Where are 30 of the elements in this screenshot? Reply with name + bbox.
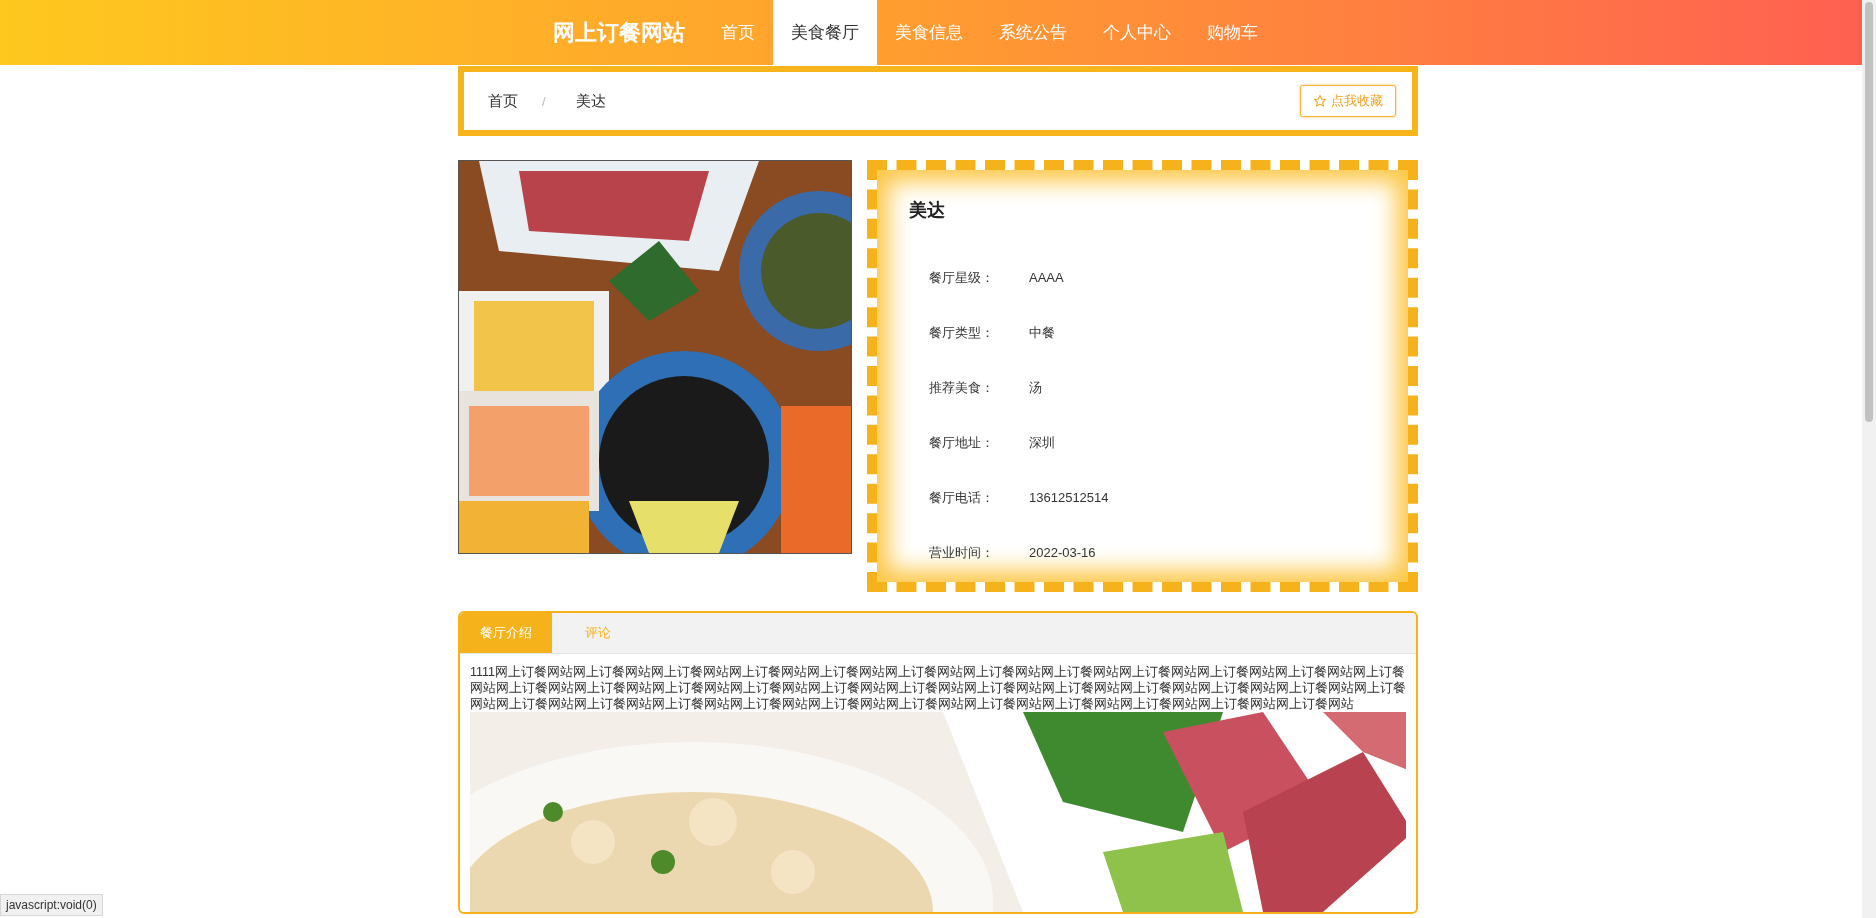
site-title: 网上订餐网站 [553, 18, 685, 47]
field-label: 营业时间： [929, 543, 995, 562]
nav-link[interactable]: 个人中心 [1085, 0, 1189, 65]
field-label: 推荐美食： [929, 378, 995, 397]
field-value: 中餐 [1029, 323, 1055, 342]
field-label: 餐厅地址： [929, 433, 995, 452]
field-label: 餐厅类型： [929, 323, 995, 342]
tab[interactable]: 餐厅介绍 [460, 613, 552, 653]
nav-link[interactable]: 购物车 [1189, 0, 1276, 65]
field-label: 餐厅电话： [929, 488, 995, 507]
nav-link[interactable]: 美食餐厅 [773, 0, 877, 65]
star-icon [1313, 94, 1327, 108]
field-value: 13612512514 [1029, 490, 1109, 505]
nav-link[interactable]: 系统公告 [981, 0, 1085, 65]
field-value: AAAA [1029, 270, 1064, 285]
field-value: 2022-03-16 [1029, 545, 1096, 560]
breadcrumb-link[interactable]: 首页 [488, 91, 518, 111]
field-value: 深圳 [1029, 433, 1055, 452]
field-value: 汤 [1029, 378, 1042, 397]
breadcrumb-link[interactable]: 美达 [575, 91, 606, 111]
intro-paragraph: 1111网上订餐网站网上订餐网站网上订餐网站网上订餐网站网上订餐网站网上订餐网站网上订餐网站网上订餐网站网上订餐网站网上订餐网站网上订餐网站网上订餐网站网上订餐网站网上订餐网站网上订餐网站网上订餐网站网上订餐网站网上订餐网站网上订餐网站网上订餐网站网上订餐网站网上订餐网站网上订餐网站网上订餐网站网上订餐网站网上订餐网站网上订餐网站网上订餐网站网上订餐网站网上订餐网站网上订餐网站网上订餐网站网上订餐网站网上订餐网站网上订餐网站 [470, 664, 1406, 712]
restaurant-name: 美达 [909, 199, 946, 222]
nav-link[interactable]: 首页 [703, 0, 773, 65]
breadcrumb-separator: / [542, 93, 546, 109]
scrollbar[interactable] [1862, 0, 1876, 918]
nav-link[interactable]: 美食信息 [877, 0, 981, 65]
field-label: 餐厅星级： [929, 268, 995, 287]
status-tooltip: javascript:void(0) [0, 894, 103, 916]
tab[interactable]: 评论 [552, 613, 644, 653]
favorite-button[interactable]: 点我收藏 [1300, 85, 1396, 117]
